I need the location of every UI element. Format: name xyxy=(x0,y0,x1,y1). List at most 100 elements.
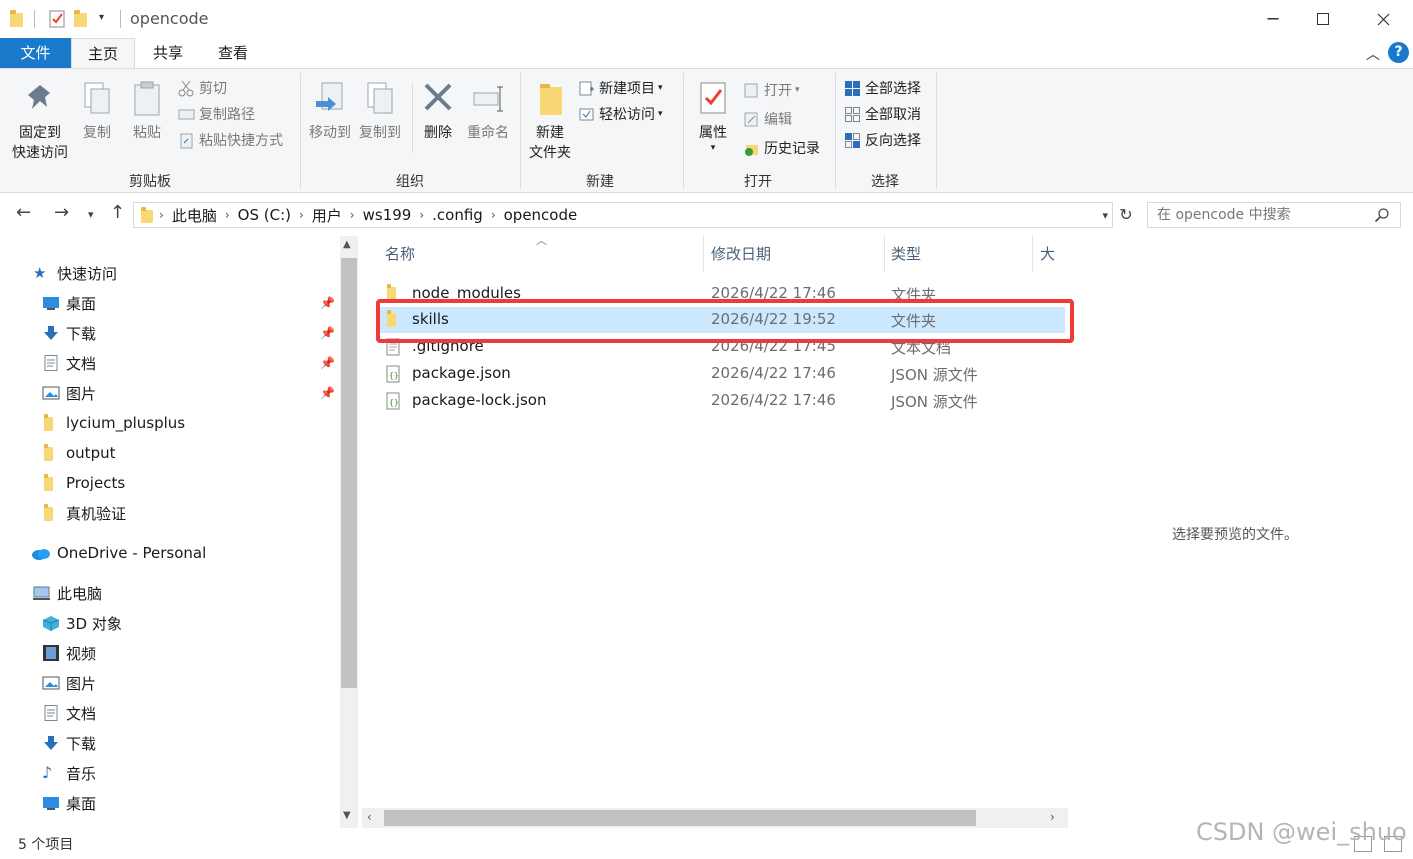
invert-selection-button[interactable]: 反向选择 xyxy=(844,129,921,151)
open-group-label: 打开 xyxy=(744,174,772,190)
nav-item-pictures-pc[interactable]: 图片 xyxy=(42,671,96,695)
delete-button[interactable]: 删除 xyxy=(418,79,458,143)
easy-access-button[interactable]: 轻松访问 ▾ xyxy=(578,103,663,125)
breadcrumb-separator-icon[interactable]: › xyxy=(419,208,424,222)
nav-item-downloads[interactable]: 下载 xyxy=(42,321,96,345)
back-arrow-icon[interactable]: ← xyxy=(16,202,31,223)
properties-check-icon[interactable] xyxy=(48,9,66,29)
desktop-icon xyxy=(42,295,60,311)
column-header-size[interactable]: 大小 xyxy=(1034,236,1068,272)
breadcrumb-separator-icon[interactable]: › xyxy=(350,208,355,222)
breadcrumb-separator-icon[interactable]: › xyxy=(299,208,304,222)
tab-view[interactable]: 查看 xyxy=(201,38,265,68)
folder-icon[interactable] xyxy=(10,9,24,29)
tab-home[interactable]: 主页 xyxy=(71,38,135,68)
up-arrow-icon[interactable]: ↑ xyxy=(110,202,125,223)
edit-button[interactable]: 编辑 xyxy=(743,108,792,130)
nav-item-lycium-plusplus[interactable]: lycium_plusplus xyxy=(42,411,185,435)
clipboard-group-label: 剪贴板 xyxy=(129,174,171,190)
cut-button[interactable]: 剪切 xyxy=(178,77,227,99)
column-header-name[interactable]: 名称 xyxy=(379,236,704,272)
search-input[interactable]: 在 opencode 中搜索 xyxy=(1147,202,1401,228)
tab-file[interactable]: 文件 xyxy=(0,38,71,68)
scroll-down-icon[interactable]: ▼ xyxy=(343,810,351,821)
breadcrumb-ws199[interactable]: ws199 xyxy=(363,206,412,224)
new-item-button[interactable]: 新建项目 ▾ xyxy=(578,77,663,99)
collapse-ribbon-icon[interactable]: ︿ xyxy=(1366,44,1380,64)
copy-icon xyxy=(79,79,115,119)
breadcrumb-this-pc[interactable]: 此电脑 xyxy=(172,205,217,226)
nav-item-3d-objects[interactable]: 3D 对象 xyxy=(42,611,122,635)
nav-item-output[interactable]: output xyxy=(42,441,115,465)
download-icon xyxy=(42,325,60,341)
copy-to-icon xyxy=(362,79,398,119)
properties-button[interactable]: 属性 ▾ xyxy=(692,79,734,153)
copy-to-button[interactable]: 复制到 xyxy=(356,79,404,143)
new-folder-button[interactable]: 新建 文件夹 xyxy=(524,79,576,163)
file-row-package-lock-json[interactable]: {} package-lock.json 2026/4/22 17:46 JSO… xyxy=(377,388,1065,414)
recent-locations-chevron-icon[interactable]: ▾ xyxy=(88,208,94,221)
nav-item-documents[interactable]: 文档 xyxy=(42,351,96,375)
nav-item-documents-pc[interactable]: 文档 xyxy=(42,701,96,725)
breadcrumb-os-c[interactable]: OS (C:) xyxy=(238,206,291,224)
breadcrumb-opencode[interactable]: opencode xyxy=(504,206,578,224)
scrollbar-thumb[interactable] xyxy=(341,258,357,688)
breadcrumb-config[interactable]: .config xyxy=(432,206,483,224)
pin-icon[interactable]: 📌 xyxy=(320,326,335,340)
select-none-button[interactable]: 全部取消 xyxy=(844,103,921,125)
refresh-icon[interactable]: ↻ xyxy=(1114,202,1138,228)
nav-item-device-verification[interactable]: 真机验证 xyxy=(42,501,126,525)
svg-text:{}: {} xyxy=(389,371,399,380)
column-header-type[interactable]: 类型 xyxy=(885,236,1033,272)
tab-share[interactable]: 共享 xyxy=(136,38,200,68)
paste-button[interactable]: 粘贴 xyxy=(126,79,168,143)
copy-button[interactable]: 复制 xyxy=(76,79,118,143)
minimize-button[interactable]: ─ xyxy=(1248,0,1298,38)
scroll-right-icon[interactable]: › xyxy=(1050,810,1055,824)
copy-path-icon xyxy=(178,106,195,123)
maximize-button[interactable] xyxy=(1298,0,1348,38)
nav-item-desktop-pc[interactable]: 桌面 xyxy=(42,791,96,815)
nav-pane-scrollbar[interactable]: ▲ ▼ xyxy=(340,236,358,828)
paste-shortcut-button[interactable]: 粘贴快捷方式 xyxy=(178,129,283,151)
nav-quick-access[interactable]: ★ 快速访问 xyxy=(33,261,117,285)
title-bar: ▾ opencode ─ xyxy=(0,0,1413,38)
pin-icon[interactable]: 📌 xyxy=(320,356,335,370)
nav-item-desktop[interactable]: 桌面 xyxy=(42,291,96,315)
window-title: opencode xyxy=(130,9,209,28)
new-folder-icon[interactable] xyxy=(74,9,90,29)
scroll-left-icon[interactable]: ‹ xyxy=(367,810,372,824)
scroll-up-icon[interactable]: ▲ xyxy=(343,239,351,250)
address-bar[interactable]: › 此电脑 › OS (C:) › 用户 › ws199 › .config ›… xyxy=(133,202,1113,228)
chevron-down-icon: ▾ xyxy=(658,109,663,119)
close-button[interactable] xyxy=(1358,0,1408,38)
address-dropdown-chevron-icon[interactable]: ▾ xyxy=(1102,209,1108,222)
rename-button[interactable]: 重命名 xyxy=(464,79,512,143)
history-button[interactable]: 历史记录 xyxy=(743,137,820,159)
move-to-button[interactable]: 移动到 xyxy=(306,79,354,143)
scrollbar-thumb[interactable] xyxy=(384,810,976,826)
nav-this-pc[interactable]: 此电脑 xyxy=(33,581,102,605)
breadcrumb-separator-icon[interactable]: › xyxy=(491,208,496,222)
help-icon[interactable]: ? xyxy=(1388,42,1409,63)
open-button[interactable]: 打开 ▾ xyxy=(743,79,800,101)
breadcrumb-users[interactable]: 用户 xyxy=(312,205,342,226)
nav-onedrive[interactable]: OneDrive - Personal xyxy=(31,541,206,565)
pin-icon[interactable]: 📌 xyxy=(320,386,335,400)
breadcrumb-separator-icon[interactable]: › xyxy=(225,208,230,222)
pin-icon[interactable]: 📌 xyxy=(320,296,335,310)
file-list-horizontal-scrollbar[interactable]: ‹ › xyxy=(362,808,1068,828)
nav-item-music[interactable]: ♪ 音乐 xyxy=(42,761,96,785)
nav-item-pictures[interactable]: 图片 xyxy=(42,381,96,405)
pin-to-quick-access-button[interactable]: 固定到 快速访问 xyxy=(8,79,72,163)
nav-item-downloads-pc[interactable]: 下载 xyxy=(42,731,96,755)
copy-path-button[interactable]: 复制路径 xyxy=(178,103,255,125)
nav-item-videos[interactable]: 视频 xyxy=(42,641,96,665)
file-row-package-json[interactable]: {} package.json 2026/4/22 17:46 JSON 源文件 xyxy=(377,361,1065,387)
customize-dropdown-icon[interactable]: ▾ xyxy=(99,12,104,32)
select-group-label: 选择 xyxy=(871,174,899,190)
select-all-button[interactable]: 全部选择 xyxy=(844,77,921,99)
nav-item-projects[interactable]: Projects xyxy=(42,471,125,495)
forward-arrow-icon[interactable]: → xyxy=(54,202,69,223)
column-header-date[interactable]: 修改日期 xyxy=(705,236,885,272)
